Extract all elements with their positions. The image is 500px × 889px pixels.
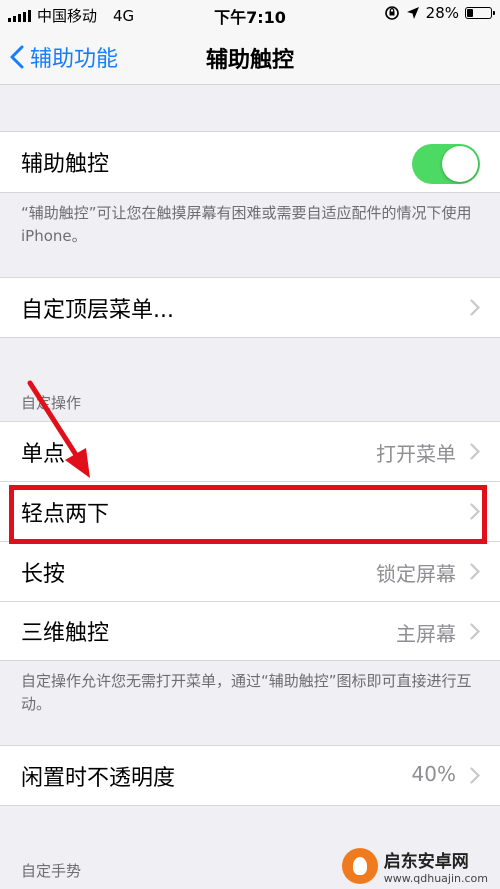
idle-opacity-group: 闲置时不透明度 40% <box>0 745 500 806</box>
chevron-right-icon <box>470 443 480 460</box>
highlight-box <box>9 485 487 544</box>
battery-percent: 28% <box>425 4 459 22</box>
action-row-single-tap[interactable]: 单点 打开菜单 <box>0 422 500 481</box>
watermark-url: www.qdhuajin.com <box>383 872 488 885</box>
action-row-3d-touch[interactable]: 三维触控 主屏幕 <box>0 601 500 660</box>
action-value: 主屏幕 <box>396 622 456 646</box>
action-label: 单点 <box>21 441 66 467</box>
assistive-touch-label: 辅助触控 <box>21 152 110 177</box>
battery-icon <box>465 7 495 19</box>
watermark: 启东安卓网 www.qdhuajin.com <box>341 847 488 885</box>
top-menu-group: 自定顶层菜单... <box>0 277 500 338</box>
custom-actions-footer: 自定操作允许您无需打开菜单，通过“辅助触控”图标即可直接进行互动。 <box>21 672 472 713</box>
action-row-long-press[interactable]: 长按 锁定屏幕 <box>0 541 500 601</box>
chevron-right-icon <box>470 623 480 640</box>
assistive-touch-row: 辅助触控 <box>0 132 500 192</box>
idle-opacity-row[interactable]: 闲置时不透明度 40% <box>0 746 500 805</box>
orientation-lock-icon <box>384 6 399 20</box>
assistive-touch-footer: “辅助触控”可让您在触摸屏幕有困难或需要自适应配件的情况下使用 iPhone。 <box>21 204 472 245</box>
action-value: 锁定屏幕 <box>376 562 456 586</box>
idle-opacity-label: 闲置时不透明度 <box>21 765 176 791</box>
toggle-knob <box>442 146 478 182</box>
action-value: 打开菜单 <box>376 442 456 466</box>
chevron-right-icon <box>470 299 480 316</box>
watermark-name: 启东安卓网 <box>383 852 469 872</box>
page-title: 辅助触控 <box>205 48 294 73</box>
idle-opacity-value: 40% <box>411 762 456 786</box>
assistive-touch-group: 辅助触控 <box>0 131 500 193</box>
action-label: 长按 <box>21 561 66 587</box>
watermark-logo-icon <box>341 848 378 884</box>
navigation-bar: 辅助功能 辅助触控 <box>0 28 500 85</box>
status-bar: 中国移动 4G 下午7:10 28% <box>0 0 500 28</box>
top-menu-label: 自定顶层菜单... <box>21 297 174 323</box>
action-label: 三维触控 <box>21 621 110 646</box>
top-menu-row[interactable]: 自定顶层菜单... <box>0 278 500 337</box>
chevron-right-icon <box>470 767 480 784</box>
location-icon <box>406 7 419 19</box>
chevron-right-icon <box>470 563 480 580</box>
custom-gestures-header: 自定手势 <box>21 862 82 880</box>
assistive-touch-toggle[interactable] <box>412 144 480 184</box>
custom-actions-header: 自定操作 <box>21 394 82 412</box>
